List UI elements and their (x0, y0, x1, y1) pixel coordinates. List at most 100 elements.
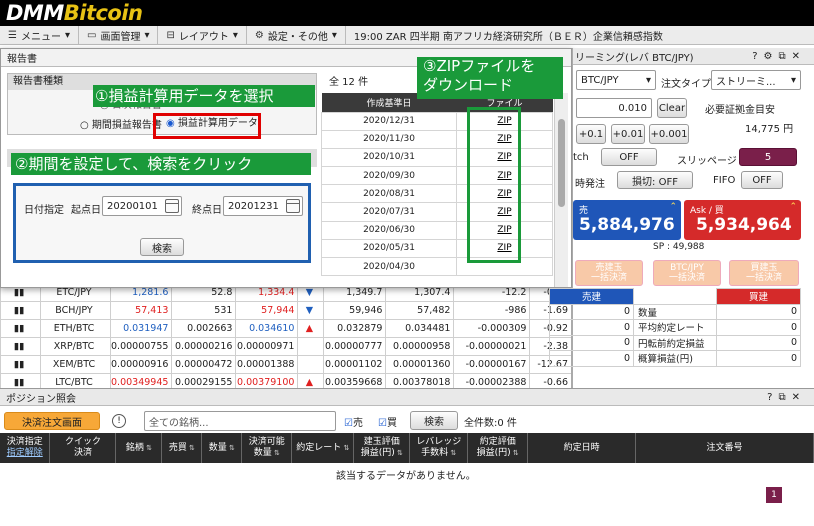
sort-icon[interactable]: ⇅ (448, 449, 456, 457)
position-col-header[interactable]: 注文番号 (635, 433, 814, 463)
app-header: DMMBitcoin (0, 0, 814, 26)
fifo-label: FIFO (713, 175, 736, 186)
ask[interactable]: 0.00001388 (235, 355, 299, 374)
buy-checkbox[interactable]: ☑買 (378, 414, 397, 429)
step-001-button[interactable]: +0.01 (611, 124, 645, 144)
summary-label: 平均約定レート (633, 319, 717, 336)
match-toggle[interactable]: OFF (601, 148, 657, 166)
position-col-header[interactable]: 約定評価 損益(円) ⇅ (467, 433, 529, 463)
clear-selection-link[interactable]: 指定解除 (0, 448, 49, 459)
pair: XEM/BTC (40, 355, 111, 374)
position-col-header[interactable]: クイック 決済 (49, 433, 117, 463)
position-col-header[interactable]: 決済可能 数量 ⇅ (241, 433, 293, 463)
pair-settle-button[interactable]: BTC/JPY 一括決済 (653, 260, 721, 286)
chevron-down-icon: ▾ (645, 74, 651, 86)
ask[interactable]: 0.00000971 (235, 337, 299, 356)
report-scrollbar[interactable] (554, 93, 568, 287)
ask[interactable]: 0.00379100 (235, 373, 299, 388)
report-date: 2020/10/31 (321, 147, 457, 168)
bid[interactable]: 0.00349945 (109, 373, 173, 388)
bid[interactable]: 0.00000916 (109, 355, 173, 374)
position-col-header[interactable]: 銘柄 ⇅ (115, 433, 163, 463)
fifo-toggle[interactable]: OFF (741, 171, 783, 189)
step-01-button[interactable]: +0.1 (576, 124, 606, 144)
sort-icon[interactable]: ⇅ (511, 449, 519, 457)
chart-icon[interactable]: ▮▮ (0, 301, 41, 320)
menu-bar: ☰ メニュー ▾ ▭ 画面管理 ▾ ⊟ レイアウト ▾ ⚙ 設定・その他 ▾ 19:00 ZAR… (0, 25, 814, 45)
position-col-header[interactable]: 約定日時 (527, 433, 637, 463)
position-col-header[interactable]: 約定レート ⇅ (291, 433, 355, 463)
bid[interactable]: 0.00000755 (109, 337, 173, 356)
start-date-input[interactable]: 20200101 (102, 196, 182, 216)
popout-icon[interactable]: ⧉ (778, 392, 791, 403)
sort-icon[interactable]: ⇅ (395, 449, 403, 457)
symbol-filter-input[interactable]: 全ての銘柄... (144, 411, 336, 431)
market-row[interactable]: ▮▮ BCH/JPY 57,413 531 57,944 ▼ 59,946 57… (0, 301, 571, 320)
buy-settle-button[interactable]: 買建玉 一括決済 (729, 260, 799, 286)
ask[interactable]: 57,944 (235, 301, 299, 320)
stoploss-toggle[interactable]: 損切: OFF (617, 171, 693, 189)
market-row[interactable]: ▮▮ LTC/BTC 0.00349945 0.00029155 0.00379… (0, 373, 571, 388)
end-label: 終点日 (192, 205, 222, 216)
pair: ETH/BTC (40, 319, 111, 338)
position-col-header[interactable]: 数量 ⇅ (201, 433, 243, 463)
trend-icon: ▼ (297, 301, 325, 320)
menu-item-layout[interactable]: ⊟ レイアウト ▾ (158, 25, 247, 45)
menu-item-screen[interactable]: ▭ 画面管理 ▾ (79, 25, 159, 45)
menu-item-menu[interactable]: ☰ メニュー ▾ (0, 25, 79, 45)
radio-period[interactable]: ○ 期間損益報告書 (80, 116, 162, 131)
position-title: ポジション照会 (6, 393, 76, 405)
clear-button[interactable]: Clear (657, 98, 687, 118)
sort-icon[interactable]: ⇅ (227, 444, 235, 452)
popout-icon[interactable]: ⧉ (778, 51, 791, 62)
position-col-header[interactable]: 建玉評価 損益(円) ⇅ (353, 433, 411, 463)
sell-checkbox[interactable]: ☑売 (344, 414, 363, 429)
position-col-header[interactable]: 売買 ⇅ (161, 433, 203, 463)
calendar-icon[interactable] (286, 199, 300, 213)
symbol-select[interactable]: BTC/JPY ▾ (576, 70, 656, 90)
menu-item-settings[interactable]: ⚙ 設定・その他 ▾ (247, 25, 346, 45)
page-indicator[interactable]: 1 (766, 487, 782, 503)
market-row[interactable]: ▮▮ ETH/BTC 0.031947 0.002663 0.034610 ▲ … (0, 319, 571, 338)
low: 0.034481 (385, 319, 455, 338)
sort-icon[interactable]: ⇅ (272, 449, 280, 457)
close-icon[interactable]: ✕ (792, 51, 806, 62)
help-icon[interactable]: ? (752, 51, 763, 62)
chart-icon[interactable]: ▮▮ (0, 355, 41, 374)
sort-icon[interactable]: ⇅ (144, 444, 152, 452)
buy-price-button[interactable]: Ask / 買 ⌃ 5,934,964 (684, 200, 801, 240)
search-button[interactable]: 検索 (140, 238, 184, 256)
highlight-box-red (153, 113, 261, 139)
market-row[interactable]: ▮▮ XEM/BTC 0.00000916 0.00000472 0.00001… (0, 355, 571, 374)
chart-icon[interactable]: ▮▮ (0, 373, 41, 388)
bid[interactable]: 57,413 (109, 301, 173, 320)
calendar-icon[interactable] (165, 199, 179, 213)
quantity-input[interactable]: 0.010 (576, 98, 652, 118)
chevron-down-icon: ▾ (331, 29, 337, 41)
sort-icon[interactable]: ⇅ (341, 444, 349, 452)
slippage-value[interactable]: 5 (739, 148, 797, 166)
help-icon[interactable]: ? (767, 392, 778, 403)
settle-order-button[interactable]: 決済注文画面 (4, 412, 100, 430)
gear-icon[interactable]: ⚙ (764, 51, 779, 62)
order-type-select[interactable]: ストリーミ... ▾ (711, 70, 801, 90)
chart-icon[interactable]: ▮▮ (0, 319, 41, 338)
chart-icon[interactable]: ▮▮ (0, 337, 41, 356)
high: 0.032879 (323, 319, 387, 338)
position-col-header[interactable]: 決済指定 指定解除 (0, 433, 51, 463)
position-col-header[interactable]: レバレッジ 手数料 ⇅ (409, 433, 469, 463)
position-search-button[interactable]: 検索 (410, 411, 458, 430)
scroll-thumb[interactable] (558, 119, 565, 207)
sort-icon[interactable]: ⇅ (187, 444, 195, 452)
market-panel: ▮▮ ETC/JPY 1,281.6 52.8 1,334.4 ▼ 1,349.… (0, 283, 572, 388)
bid[interactable]: 0.031947 (109, 319, 173, 338)
market-row[interactable]: ▮▮ XRP/BTC 0.00000755 0.00000216 0.00000… (0, 337, 571, 356)
close-icon[interactable]: ✕ (792, 392, 806, 403)
info-icon[interactable]: ! (112, 414, 126, 428)
step-0001-button[interactable]: +0.001 (649, 124, 689, 144)
screen-icon: ▭ (87, 29, 97, 41)
sell-settle-button[interactable]: 売建玉 一括決済 (575, 260, 643, 286)
ask[interactable]: 0.034610 (235, 319, 299, 338)
end-date-input[interactable]: 20201231 (223, 196, 303, 216)
sell-price-button[interactable]: 売 ⌃ 5,884,976 (573, 200, 681, 240)
